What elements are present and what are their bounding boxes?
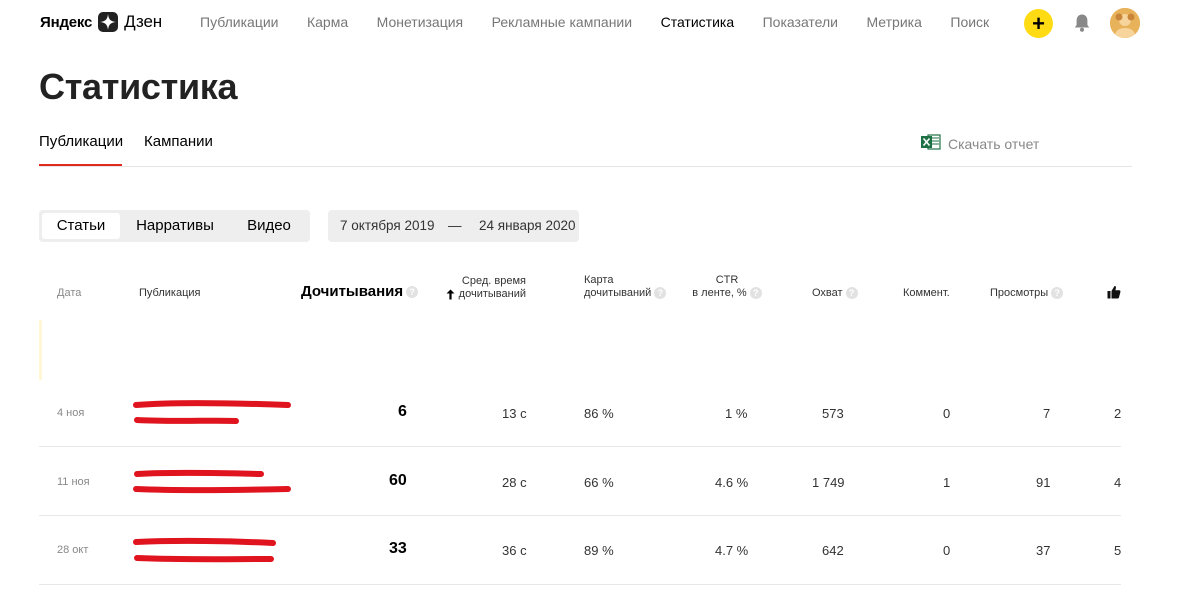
download-report-label: Скачать отчет [948,135,1040,152]
row-views: 7 [1043,406,1051,421]
row-likes: 2 [1114,406,1122,421]
row-likes: 4 [1114,475,1122,490]
row-reach: 573 [822,406,844,421]
col-reach[interactable]: Охват? [812,287,858,300]
main-nav: Публикации Карма Монетизация Рекламные к… [200,14,1018,30]
top-bar: Яндекс Дзен Публикации Карма Монетизация… [0,0,1200,46]
date-separator: — [448,218,462,233]
row-likes: 5 [1114,543,1122,558]
row-reach: 1 749 [812,475,845,490]
row-date: 28 окт [57,544,89,556]
col-date[interactable]: Дата [57,287,81,300]
row-divider [39,515,1121,516]
col-views-label: Просмотры [990,287,1049,299]
type-video[interactable]: Видео [233,213,305,239]
date-range-picker: 7 октября 2019 — 24 января 2020 [328,210,579,242]
row-ctr: 4.7 % [715,543,749,558]
help-icon[interactable]: ? [1051,287,1064,300]
type-articles[interactable]: Статьи [42,213,120,239]
col-readthroughs[interactable]: Дочитывания? [301,283,419,300]
row-readthroughs: 33 [389,540,407,557]
redacted-publication-title[interactable] [133,398,293,430]
row-readmap: 66 % [584,475,614,490]
col-reach-label: Охват [812,287,843,299]
col-avg-time-line1: Сред. время [461,275,526,287]
page-title: Статистика [39,66,238,107]
row-views: 91 [1036,475,1051,490]
help-icon[interactable]: ? [845,287,858,300]
row-avg-time: 13 с [502,406,527,421]
tab-campaigns[interactable]: Кампании [144,133,213,150]
row-comments: 0 [943,406,951,421]
nav-item-ad-campaigns[interactable]: Рекламные кампании [492,14,632,30]
col-readthroughs-label: Дочитывания [301,283,404,300]
col-avg-time[interactable]: Сред. время дочитываний [444,275,526,301]
logo-word-yandex: Яндекс [40,13,93,31]
help-icon[interactable]: ? [406,286,419,299]
highlight-marker [39,320,42,380]
yandex-zen-logo[interactable]: Яндекс Дзен [40,11,162,33]
col-publication[interactable]: Публикация [139,287,200,300]
row-date: 11 ноя [57,476,90,488]
col-ctr[interactable]: CTR в ленте, %? [687,274,767,300]
avatar[interactable] [1110,8,1140,38]
help-icon[interactable]: ? [749,287,762,300]
nav-item-indicators[interactable]: Показатели [763,14,838,30]
type-narratives[interactable]: Нарративы [125,213,225,239]
col-readmap-line2: дочитываний [584,287,652,299]
nav-item-publications[interactable]: Публикации [200,14,278,30]
row-avg-time: 36 с [502,543,527,558]
logo-word-zen: Дзен [124,12,162,31]
tab-publications[interactable]: Публикации [39,133,123,150]
row-readmap: 86 % [584,406,614,421]
row-readmap: 89 % [584,543,614,558]
redacted-publication-title[interactable] [133,466,293,498]
row-ctr: 4.6 % [715,475,749,490]
col-comments[interactable]: Коммент. [903,287,950,300]
row-ctr: 1 % [725,406,748,421]
col-ctr-line2: в ленте, % [692,287,747,299]
col-avg-time-line2-wrap: дочитываний [444,288,526,301]
sort-arrow-icon [446,289,455,300]
col-readmap[interactable]: Карта дочитываний? [584,274,667,300]
row-readthroughs: 60 [389,472,407,489]
add-button[interactable]: + [1024,9,1053,38]
tabs-divider [39,166,1132,167]
row-comments: 0 [943,543,951,558]
col-readmap-line1: Карта [584,274,614,286]
row-avg-time: 28 с [502,475,527,490]
zen-star-icon [98,12,119,32]
nav-item-metrika[interactable]: Метрика [866,14,921,30]
date-from[interactable]: 7 октября 2019 [340,210,435,242]
content-type-switch: Статьи Нарративы Видео [39,210,310,242]
row-comments: 1 [943,475,951,490]
nav-item-search[interactable]: Поиск [950,14,989,30]
row-divider [39,446,1121,447]
download-report-button[interactable]: Скачать отчет [921,134,1039,153]
nav-item-karma[interactable]: Карма [307,14,348,30]
redacted-publication-title[interactable] [133,534,293,566]
row-date: 4 ноя [57,407,85,419]
nav-item-statistics[interactable]: Статистика [661,14,735,30]
col-views[interactable]: Просмотры? [990,287,1064,300]
excel-icon [921,134,941,153]
col-ctr-line1: CTR [715,274,739,286]
help-icon[interactable]: ? [654,287,667,300]
row-reach: 642 [822,543,844,558]
date-to[interactable]: 24 января 2020 [479,210,576,242]
nav-item-monetization[interactable]: Монетизация [377,14,464,30]
col-avg-time-line2: дочитываний [458,288,526,300]
bell-icon[interactable] [1073,13,1091,33]
row-readthroughs: 6 [398,403,407,420]
row-divider [39,584,1121,585]
thumbs-up-icon[interactable] [1107,285,1121,304]
row-views: 37 [1036,543,1051,558]
